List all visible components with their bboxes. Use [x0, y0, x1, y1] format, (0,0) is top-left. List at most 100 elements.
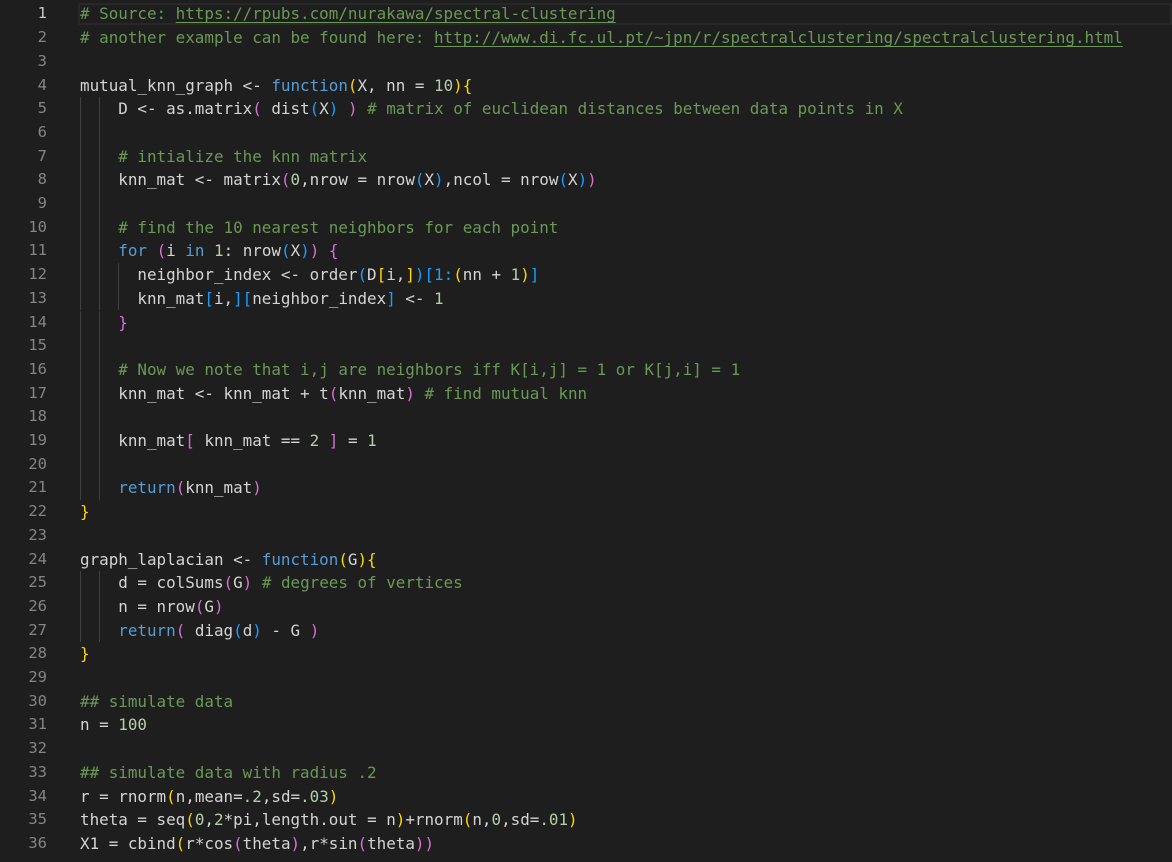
line-number[interactable]: 36 — [0, 832, 47, 856]
code-text[interactable]: knn_mat[ knn_mat == 2 ] = 1 — [80, 429, 376, 453]
code-text[interactable]: knn_mat[i,][neighbor_index] <- 1 — [80, 287, 443, 311]
line-number[interactable]: 10 — [0, 216, 47, 240]
link-token[interactable]: http://www.di.fc.ul.pt/~jpn/r/spectralcl… — [434, 28, 1123, 47]
code-line[interactable]: 10 # find the 10 nearest neighbors for e… — [0, 215, 1172, 240]
code-line[interactable]: 32 — [0, 737, 1172, 761]
code-text[interactable]: D <- as.matrix( dist(X) ) # matrix of eu… — [80, 97, 903, 121]
code-text[interactable]: theta = seq(0,2*pi,length.out = n)+rnorm… — [80, 808, 578, 832]
line-number[interactable]: 29 — [0, 666, 47, 690]
code-line[interactable]: 7 # intialize the knn matrix — [0, 144, 1172, 169]
link-token[interactable]: https://rpubs.com/nurakawa/spectral-clus… — [176, 4, 616, 23]
code-line[interactable]: 35 theta = seq(0,2*pi,length.out = n)+rno… — [0, 808, 1172, 832]
code-line[interactable]: 1 # Source: https://rpubs.com/nurakawa/sp… — [0, 2, 1172, 26]
line-number[interactable]: 12 — [0, 263, 47, 287]
line-number[interactable]: 20 — [0, 453, 47, 477]
line-number[interactable]: 25 — [0, 571, 47, 595]
code-line[interactable]: 15 — [0, 334, 1172, 358]
code-line[interactable]: 36 X1 = cbind(r*cos(theta),r*sin(theta)) — [0, 832, 1172, 856]
line-number[interactable]: 11 — [0, 239, 47, 263]
code-line[interactable]: 9 — [0, 192, 1172, 216]
code-text[interactable]: for (i in 1: nrow(X)) { — [80, 239, 338, 263]
code-text[interactable]: return( diag(d) - G ) — [80, 619, 319, 643]
code-text[interactable]: knn_mat <- knn_mat + t(knn_mat) # find m… — [80, 382, 587, 406]
line-number[interactable]: 15 — [0, 334, 47, 358]
code-text[interactable]: ## simulate data with radius .2 — [80, 761, 377, 785]
code-text[interactable]: } — [80, 311, 128, 335]
line-number[interactable]: 24 — [0, 548, 47, 572]
code-text[interactable]: neighbor_index <- order(D[i,])[1:(nn + 1… — [80, 263, 539, 287]
code-text[interactable]: graph_laplacian <- function(G){ — [80, 548, 377, 572]
code-line[interactable]: 31 n = 100 — [0, 713, 1172, 737]
code-line[interactable]: 14 } — [0, 310, 1172, 335]
line-number[interactable]: 16 — [0, 358, 47, 382]
line-number[interactable]: 5 — [0, 97, 47, 121]
code-line[interactable]: 20 — [0, 452, 1172, 477]
code-text[interactable]: } — [80, 642, 90, 666]
code-line[interactable]: 16 # Now we note that i,j are neighbors … — [0, 357, 1172, 382]
code-line[interactable]: 26 n = nrow(G) — [0, 594, 1172, 619]
code-text[interactable]: # Now we note that i,j are neighbors iff… — [80, 358, 740, 382]
code-text[interactable]: n = 100 — [80, 713, 147, 737]
code-line[interactable]: 27 return( diag(d) - G ) — [0, 618, 1172, 643]
line-number[interactable]: 9 — [0, 192, 47, 216]
line-number[interactable]: 18 — [0, 405, 47, 429]
code-line[interactable]: 30 ## simulate data — [0, 690, 1172, 714]
code-line[interactable]: 29 — [0, 666, 1172, 690]
code-text[interactable]: r = rnorm(n,mean=.2,sd=.03) — [80, 785, 338, 809]
code-line[interactable]: 21 return(knn_mat) — [0, 476, 1172, 501]
line-number[interactable]: 21 — [0, 476, 47, 500]
line-number[interactable]: 19 — [0, 429, 47, 453]
line-number[interactable]: 27 — [0, 619, 47, 643]
code-text[interactable]: X1 = cbind(r*cos(theta),r*sin(theta)) — [80, 832, 434, 856]
code-text[interactable]: # Source: https://rpubs.com/nurakawa/spe… — [80, 2, 616, 26]
code-line[interactable]: 24 graph_laplacian <- function(G){ — [0, 548, 1172, 572]
code-text[interactable]: mutual_knn_graph <- function(X, nn = 10)… — [80, 74, 472, 98]
line-number[interactable]: 6 — [0, 121, 47, 145]
line-number[interactable]: 17 — [0, 382, 47, 406]
code-text[interactable]: return(knn_mat) — [80, 476, 262, 500]
line-number[interactable]: 31 — [0, 713, 47, 737]
code-line[interactable]: 5 D <- as.matrix( dist(X) ) # matrix of … — [0, 97, 1172, 121]
code-line[interactable]: 25 d = colSums(G) # degrees of vertices — [0, 571, 1172, 595]
code-line[interactable]: 17 knn_mat <- knn_mat + t(knn_mat) # fin… — [0, 381, 1172, 406]
code-text[interactable]: # another example can be found here: htt… — [80, 26, 1123, 50]
code-text[interactable]: n = nrow(G) — [80, 595, 223, 619]
line-number[interactable]: 32 — [0, 737, 47, 761]
code-text[interactable]: # intialize the knn matrix — [80, 145, 367, 169]
line-number[interactable]: 34 — [0, 785, 47, 809]
code-line[interactable]: 6 — [0, 120, 1172, 145]
code-line[interactable]: 28} — [0, 642, 1172, 666]
line-number[interactable]: 23 — [0, 524, 47, 548]
code-text[interactable]: ## simulate data — [80, 690, 233, 714]
code-line[interactable]: 13 knn_mat[i,][neighbor_index] <- 1 — [0, 286, 1172, 311]
line-number[interactable]: 1 — [0, 2, 47, 26]
line-number[interactable]: 4 — [0, 74, 47, 98]
code-line[interactable]: 8 knn_mat <- matrix(0,nrow = nrow(X),nco… — [0, 168, 1172, 192]
code-line[interactable]: 18 — [0, 405, 1172, 429]
code-line[interactable]: 33 ## simulate data with radius .2 — [0, 761, 1172, 785]
code-line[interactable]: 22} — [0, 500, 1172, 524]
line-number[interactable]: 7 — [0, 145, 47, 169]
code-line[interactable]: 12 neighbor_index <- order(D[i,])[1:(nn … — [0, 263, 1172, 287]
code-line[interactable]: 23 — [0, 524, 1172, 548]
code-editor[interactable]: 1 # Source: https://rpubs.com/nurakawa/sp… — [0, 0, 1172, 862]
line-number[interactable]: 33 — [0, 761, 47, 785]
code-text[interactable]: # find the 10 nearest neighbors for each… — [80, 216, 558, 240]
line-number[interactable]: 28 — [0, 642, 47, 666]
line-number[interactable]: 35 — [0, 808, 47, 832]
line-number[interactable]: 2 — [0, 26, 47, 50]
line-number[interactable]: 3 — [0, 50, 47, 74]
code-text[interactable]: d = colSums(G) # degrees of vertices — [80, 571, 462, 595]
code-line[interactable]: 2 # another example can be found here: ht… — [0, 26, 1172, 50]
code-text[interactable]: } — [80, 500, 90, 524]
line-number[interactable]: 14 — [0, 311, 47, 335]
line-number[interactable]: 22 — [0, 500, 47, 524]
line-number[interactable]: 26 — [0, 595, 47, 619]
code-line[interactable]: 19 knn_mat[ knn_mat == 2 ] = 1 — [0, 429, 1172, 453]
code-line[interactable]: 11 for (i in 1: nrow(X)) { — [0, 239, 1172, 264]
code-line[interactable]: 3 — [0, 50, 1172, 74]
code-line[interactable]: 4 mutual_knn_graph <- function(X, nn = 10… — [0, 74, 1172, 98]
line-number[interactable]: 30 — [0, 690, 47, 714]
code-text[interactable]: knn_mat <- matrix(0,nrow = nrow(X),ncol … — [80, 168, 596, 192]
line-number[interactable]: 8 — [0, 168, 47, 192]
